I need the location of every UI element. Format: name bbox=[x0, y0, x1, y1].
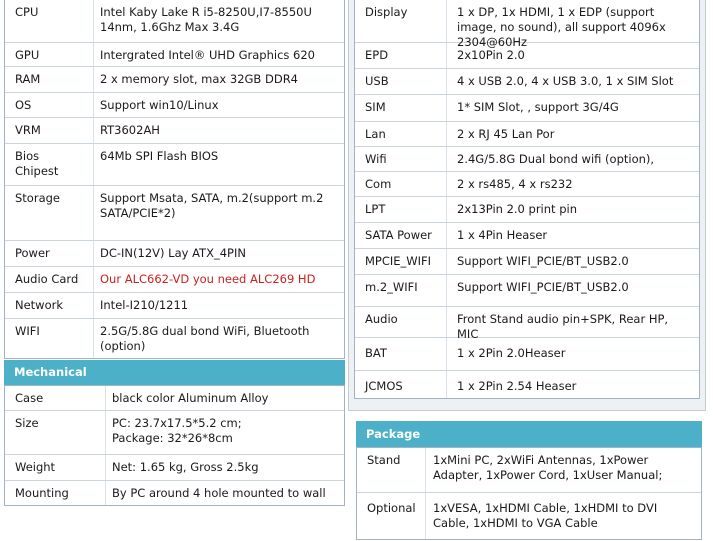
package-label: Optional bbox=[367, 501, 416, 515]
spec-value: 2.5G/5.8G dual bond WiFi, Bluetooth (opt… bbox=[100, 324, 310, 353]
package-value: 1xMini PC, 2xWiFi Antennas, 1xPower Adap… bbox=[433, 453, 663, 482]
spec-value: 2x13Pin 2.0 print pin bbox=[457, 202, 577, 216]
spec-label: RAM bbox=[15, 72, 41, 86]
spec-value: 2 x RJ 45 Lan Por bbox=[457, 127, 555, 141]
spec-value: 2x10Pin 2.0 bbox=[457, 48, 525, 62]
spec-label: USB bbox=[365, 74, 389, 88]
mechanical-row-size: Size PC: 23.7x17.5*5.2 cm; Package: 32*2… bbox=[5, 411, 344, 455]
spec-value: 1 x 2Pin 2.0Heaser bbox=[457, 346, 566, 360]
left-spec-table: CPU Intel Kaby Lake R i5-8250U,I7-8550U … bbox=[4, 0, 345, 359]
spec-row-lpt: LPT 2x13Pin 2.0 print pin bbox=[355, 197, 699, 223]
spec-row-bios: Bios Chipest 64Mb SPI Flash BIOS bbox=[5, 144, 344, 186]
mechanical-row-weight: Weight Net: 1.65 kg, Gross 2.5kg bbox=[5, 455, 344, 481]
spec-row-epd: EPD 2x10Pin 2.0 bbox=[355, 43, 699, 69]
spec-value: Intergrated Intel® UHD Graphics 620 bbox=[100, 48, 315, 62]
spec-value: Support WIFI_PCIE/BT_USB2.0 bbox=[457, 254, 629, 268]
spec-label: MPCIE_WIFI bbox=[365, 254, 432, 268]
spec-value: 2.4G/5.8G Dual bond wifi (option), bbox=[457, 152, 655, 166]
spec-label: GPU bbox=[15, 48, 40, 62]
spec-label: Display bbox=[365, 5, 408, 19]
package-value: 1xVESA, 1xHDMI Cable, 1xHDMI to DVI Cabl… bbox=[433, 501, 658, 530]
mechanical-row-case: Case black color Aluminum Alloy bbox=[5, 386, 344, 411]
spec-row-wifi: Wifi 2.4G/5.8G Dual bond wifi (option), bbox=[355, 147, 699, 172]
spec-value: DC-IN(12V) Lay ATX_4PIN bbox=[100, 246, 246, 260]
spec-row-wifi: WIFI 2.5G/5.8G dual bond WiFi, Bluetooth… bbox=[5, 319, 344, 360]
spec-row-vrm: VRM RT3602AH bbox=[5, 118, 344, 144]
spec-row-cpu: CPU Intel Kaby Lake R i5-8250U,I7-8550U … bbox=[5, 0, 344, 43]
spec-value: Support Msata, SATA, m.2(support m.2 SAT… bbox=[100, 191, 324, 220]
spec-value: 64Mb SPI Flash BIOS bbox=[100, 149, 219, 163]
mech-value: Net: 1.65 kg, Gross 2.5kg bbox=[112, 460, 259, 474]
package-label: Stand bbox=[367, 453, 401, 467]
spec-value: Support win10/Linux bbox=[100, 98, 219, 112]
package-row-optional: Optional 1xVESA, 1xHDMI Cable, 1xHDMI to… bbox=[357, 493, 701, 541]
spec-row-ram: RAM 2 x memory slot, max 32GB DDR4 bbox=[5, 67, 344, 93]
spec-row-m2-wifi: m.2_WIFI Support WIFI_PCIE/BT_USB2.0 bbox=[355, 275, 699, 307]
spec-label: m.2_WIFI bbox=[365, 280, 418, 294]
mechanical-table: Case black color Aluminum Alloy Size PC:… bbox=[4, 385, 345, 506]
mechanical-header: Mechanical bbox=[4, 360, 345, 385]
spec-row-storage: Storage Support Msata, SATA, m.2(support… bbox=[5, 186, 344, 241]
spec-value: Our ALC662-VD you need ALC269 HD bbox=[100, 272, 316, 286]
spec-row-lan: Lan 2 x RJ 45 Lan Por bbox=[355, 122, 699, 147]
spec-row-sata-power: SATA Power 1 x 4Pin Heaser bbox=[355, 223, 699, 249]
spec-row-usb: USB 4 x USB 2.0, 4 x USB 3.0, 1 x SIM Sl… bbox=[355, 69, 699, 95]
package-header: Package bbox=[356, 421, 702, 447]
spec-label: Power bbox=[15, 246, 50, 260]
spec-label: VRM bbox=[15, 123, 41, 137]
spec-value: RT3602AH bbox=[100, 123, 160, 137]
spec-label: SATA Power bbox=[365, 228, 432, 242]
spec-label: CPU bbox=[15, 5, 39, 19]
spec-label: Storage bbox=[15, 191, 60, 205]
spec-row-mpcie-wifi: MPCIE_WIFI Support WIFI_PCIE/BT_USB2.0 bbox=[355, 249, 699, 275]
spec-label: LPT bbox=[365, 202, 386, 216]
spec-row-audio-card: Audio Card Our ALC662-VD you need ALC269… bbox=[5, 267, 344, 293]
spec-value: 2 x memory slot, max 32GB DDR4 bbox=[100, 72, 298, 86]
spec-label: BAT bbox=[365, 346, 387, 360]
spec-value: Intel Kaby Lake R i5-8250U,I7-8550U 14nm… bbox=[100, 5, 312, 34]
spec-row-audio: Audio Front Stand audio pin+SPK, Rear HP… bbox=[355, 307, 699, 341]
spec-value: 4 x USB 2.0, 4 x USB 3.0, 1 x SIM Slot bbox=[457, 74, 674, 88]
spec-row-network: Network Intel-I210/1211 bbox=[5, 293, 344, 319]
spec-row-jcmos: JCMOS 1 x 2Pin 2.54 Heaser bbox=[355, 371, 699, 400]
spec-value: Intel-I210/1211 bbox=[100, 298, 189, 312]
spec-label: SIM bbox=[365, 100, 386, 114]
package-row-stand: Stand 1xMini PC, 2xWiFi Antennas, 1xPowe… bbox=[357, 448, 701, 493]
spec-label: Network bbox=[15, 298, 64, 312]
mechanical-row-mounting: Mounting By PC around 4 hole mounted to … bbox=[5, 481, 344, 507]
spec-row-os: OS Support win10/Linux bbox=[5, 93, 344, 118]
spec-label: OS bbox=[15, 98, 32, 112]
spec-label: Audio Card bbox=[15, 272, 79, 286]
spec-value: 1 x 4Pin Heaser bbox=[457, 228, 548, 242]
spec-label: EPD bbox=[365, 48, 389, 62]
spec-value: 1 x 2Pin 2.54 Heaser bbox=[457, 379, 577, 393]
spec-label: Com bbox=[365, 177, 392, 191]
mech-value: By PC around 4 hole mounted to wall bbox=[112, 486, 326, 500]
right-spec-table: Display 1 x DP, 1x HDMI, 1 x EDP (suppor… bbox=[354, 0, 700, 399]
spec-value: 2 x rs485, 4 x rs232 bbox=[457, 177, 573, 191]
spec-label: Bios Chipest bbox=[15, 149, 59, 178]
spec-label: Wifi bbox=[365, 152, 387, 166]
spec-row-gpu: GPU Intergrated Intel® UHD Graphics 620 bbox=[5, 43, 344, 67]
spec-row-sim: SIM 1* SIM Slot, , support 3G/4G bbox=[355, 95, 699, 122]
spec-row-display: Display 1 x DP, 1x HDMI, 1 x EDP (suppor… bbox=[355, 0, 699, 49]
spec-value: Support WIFI_PCIE/BT_USB2.0 bbox=[457, 280, 629, 294]
spec-row-bat: BAT 1 x 2Pin 2.0Heaser bbox=[355, 338, 699, 371]
spec-value: 1* SIM Slot, , support 3G/4G bbox=[457, 100, 619, 114]
spec-row-com: Com 2 x rs485, 4 x rs232 bbox=[355, 172, 699, 197]
spec-label: Audio bbox=[365, 312, 398, 326]
mech-label: Case bbox=[15, 391, 44, 405]
spec-label: Lan bbox=[365, 127, 386, 141]
spec-row-power: Power DC-IN(12V) Lay ATX_4PIN bbox=[5, 241, 344, 267]
mech-label: Mounting bbox=[15, 486, 69, 500]
mech-value: PC: 23.7x17.5*5.2 cm; Package: 32*26*8cm bbox=[112, 416, 242, 445]
spec-label: JCMOS bbox=[365, 379, 403, 393]
package-table: Stand 1xMini PC, 2xWiFi Antennas, 1xPowe… bbox=[356, 447, 702, 540]
mech-label: Size bbox=[15, 416, 39, 430]
mech-label: Weight bbox=[15, 460, 56, 474]
spec-label: WIFI bbox=[15, 324, 40, 338]
mech-value: black color Aluminum Alloy bbox=[112, 391, 269, 405]
